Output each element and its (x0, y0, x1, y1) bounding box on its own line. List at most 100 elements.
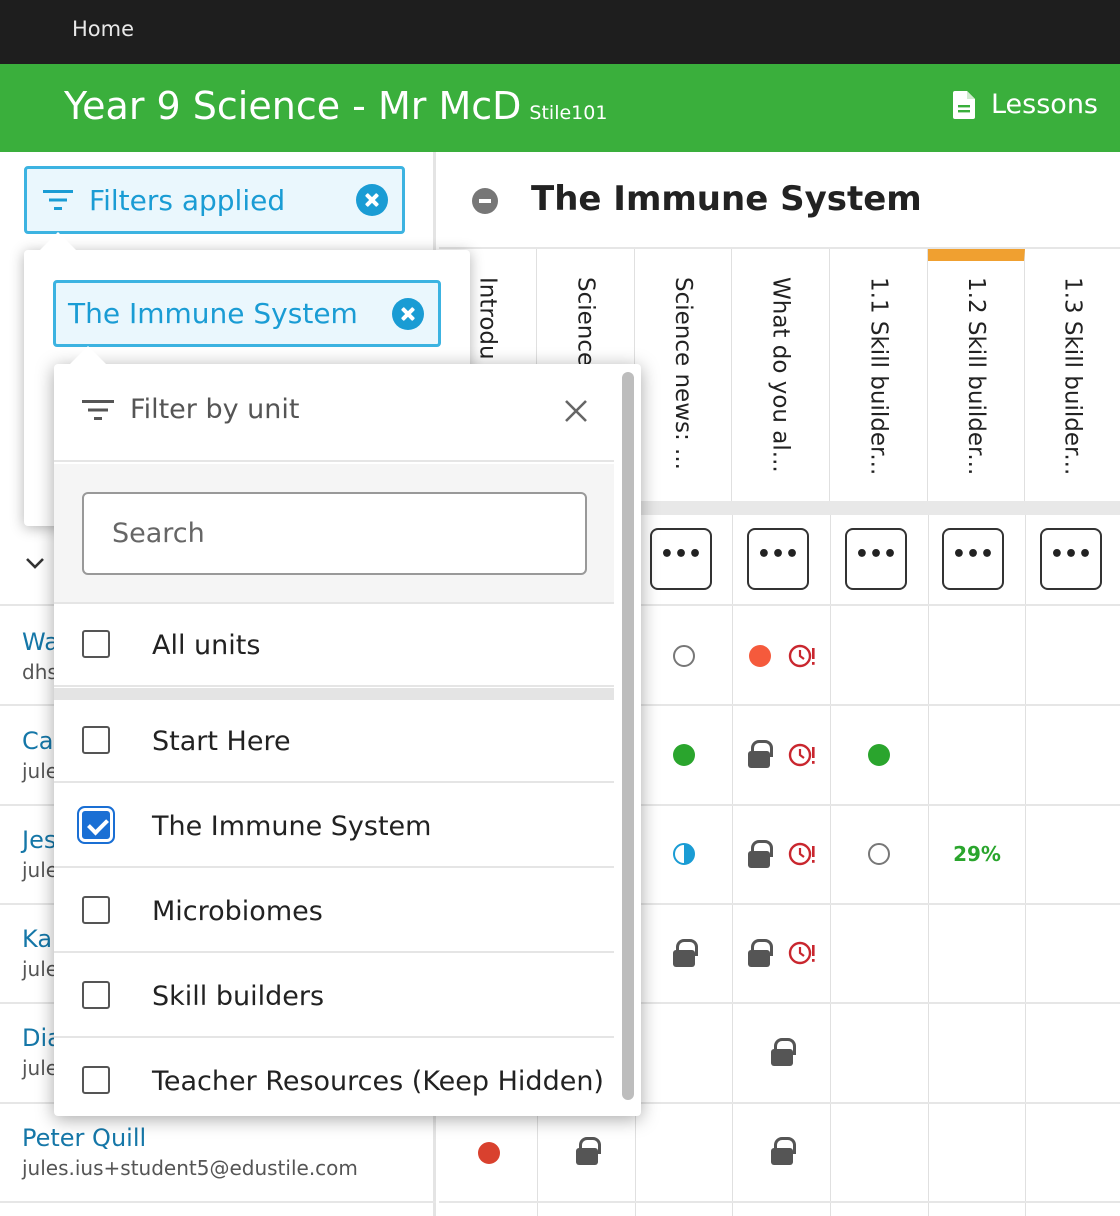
clear-filters-icon[interactable] (356, 184, 388, 216)
checkbox[interactable] (82, 981, 110, 1009)
student-name[interactable]: Ca (22, 727, 58, 755)
green-dot-icon (673, 744, 695, 766)
lock-icon (748, 740, 773, 768)
overdue-clock-icon (788, 939, 816, 967)
lesson-column-label: What do you al... (767, 277, 794, 473)
top-nav-bar: Home (0, 0, 1120, 64)
unit-filter-chip[interactable]: The Immune System (53, 280, 441, 347)
student-email: jule (22, 858, 59, 882)
student-email: jule (22, 759, 59, 783)
remove-chip-icon[interactable] (392, 297, 424, 330)
close-icon[interactable] (563, 398, 589, 424)
unit-option-label: Teacher Resources (Keep Hidden) (152, 1066, 604, 1097)
dropdown-header: Filter by unit (54, 364, 614, 462)
lesson-column-header[interactable]: 1.3 Skill builder... (1025, 249, 1120, 501)
filters-applied-button[interactable]: Filters applied (24, 166, 405, 234)
lessons-button[interactable]: Lessons (952, 89, 1098, 120)
dropdown-arrow (70, 346, 106, 364)
column-menu-button[interactable]: ••• (650, 528, 712, 590)
unit-option-label: Start Here (152, 726, 291, 757)
home-link[interactable]: Home (72, 17, 134, 41)
options-separator (54, 688, 614, 700)
started-status[interactable] (477, 1141, 501, 1165)
dropdown-title: Filter by unit (130, 394, 300, 425)
filter-by-unit-dropdown: Filter by unit All units Start Here The … (54, 364, 641, 1116)
popover-arrow (40, 232, 76, 250)
half-circle-icon (673, 843, 695, 865)
lock-icon (771, 1137, 796, 1165)
student-email: jules.ius+student5@edustile.com (22, 1156, 358, 1180)
column-divider (732, 515, 733, 1216)
lock-icon (771, 1038, 796, 1066)
in-progress-status[interactable] (672, 842, 696, 866)
class-code: Stile101 (529, 102, 608, 124)
checkbox-checked[interactable] (82, 811, 110, 839)
lesson-column-label: 1.2 Skill builder... (963, 277, 989, 476)
completed-status[interactable] (672, 743, 696, 767)
search-area (54, 464, 614, 604)
unit-option-immune-system[interactable]: The Immune System (54, 785, 614, 868)
unit-header: The Immune System (439, 152, 1120, 249)
filter-icon (82, 400, 114, 420)
lock-icon (673, 939, 698, 967)
lesson-column-header[interactable]: 1.1 Skill builder... (830, 249, 928, 501)
lessons-label: Lessons (990, 89, 1098, 120)
chevron-down-icon[interactable] (24, 552, 46, 574)
not-started-status[interactable] (867, 842, 891, 866)
score-percent-label: 29% (953, 842, 1001, 866)
overdue-clock-icon (788, 840, 816, 868)
column-divider (830, 515, 831, 1216)
unit-option-microbiomes[interactable]: Microbiomes (54, 870, 614, 953)
collapse-unit-icon[interactable] (472, 188, 498, 214)
unit-option-skill-builders[interactable]: Skill builders (54, 955, 614, 1038)
lesson-column-label: Introdu (474, 277, 501, 360)
student-name[interactable]: Ka (22, 925, 58, 953)
checkbox[interactable] (82, 1066, 110, 1094)
lesson-column-label: Science news: ... (670, 277, 696, 470)
column-menu-button[interactable]: ••• (942, 528, 1004, 590)
unit-option-teacher-resources[interactable]: Teacher Resources (Keep Hidden) (54, 1040, 614, 1116)
student-name[interactable]: Peter Quill (22, 1124, 358, 1152)
not-started-status[interactable] (672, 644, 696, 668)
student-email: jule (22, 957, 59, 981)
class-header: Year 9 Science - Mr McD Stile101 Lessons (0, 64, 1120, 152)
unit-option-all-units[interactable]: All units (54, 604, 614, 687)
column-menu-button[interactable]: ••• (747, 528, 809, 590)
lesson-column-header[interactable]: What do you al... (732, 249, 830, 501)
empty-circle-icon (673, 645, 695, 667)
student-row[interactable]: Jes jule (22, 826, 58, 882)
unit-option-start-here[interactable]: Start Here (54, 700, 614, 783)
score-percent[interactable]: 29% (936, 838, 1018, 870)
column-menu-button[interactable]: ••• (845, 528, 907, 590)
checkbox[interactable] (82, 726, 110, 754)
unit-option-label: Microbiomes (152, 896, 323, 927)
column-menu-button[interactable]: ••• (1040, 528, 1102, 590)
document-icon (952, 90, 975, 119)
completed-status[interactable] (867, 743, 891, 767)
overdue-clock-icon (788, 741, 816, 769)
lock-icon (576, 1137, 601, 1165)
checkbox[interactable] (82, 630, 110, 658)
column-divider (1025, 515, 1026, 1216)
red-dot-icon (478, 1142, 500, 1164)
search-input[interactable] (82, 492, 587, 575)
lesson-column-header-highlighted[interactable]: 1.2 Skill builder... (928, 249, 1025, 501)
row-divider (439, 1201, 1120, 1203)
started-status[interactable] (748, 644, 772, 668)
lock-icon (748, 840, 773, 868)
student-row[interactable]: Ca jule (22, 727, 58, 783)
student-name[interactable]: Jes (22, 826, 58, 854)
filter-icon (43, 190, 73, 210)
filters-applied-label: Filters applied (89, 183, 286, 217)
red-dot-icon (749, 645, 771, 667)
student-row[interactable]: Peter Quill jules.ius+student5@edustile.c… (22, 1124, 358, 1180)
scrollbar-thumb[interactable] (622, 372, 634, 1100)
checkbox[interactable] (82, 896, 110, 924)
unit-filter-chip-label: The Immune System (68, 297, 358, 330)
class-title-text: Year 9 Science - Mr McD (64, 84, 522, 128)
lesson-column-label: 1.3 Skill builder... (1059, 277, 1086, 476)
unit-option-label: All units (152, 630, 261, 661)
class-title: Year 9 Science - Mr McD Stile101 (64, 84, 607, 128)
lesson-column-header[interactable]: Science news: ... (635, 249, 732, 501)
student-row[interactable]: Ka jule (22, 925, 58, 981)
